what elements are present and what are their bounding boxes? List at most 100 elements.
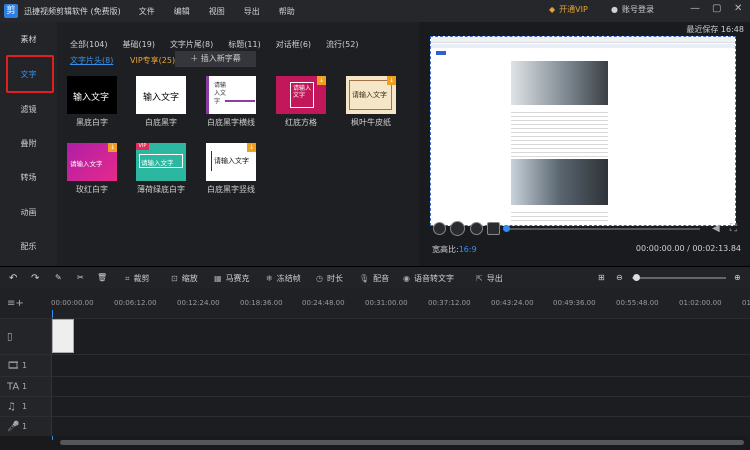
tab-all[interactable]: 全部(104) <box>70 39 108 50</box>
sidebar-item-music[interactable]: 配乐 <box>0 241 57 252</box>
tab-popular[interactable]: 流行(52) <box>326 39 358 50</box>
card-preview-text: 输入文字 <box>143 93 180 103</box>
text-card-white-black-line[interactable]: 请输入文字 <box>206 76 256 114</box>
freeze-frame-button[interactable]: ❄ 冻结帧 <box>266 273 301 284</box>
dubbing-button[interactable]: 🎙 配音 <box>359 273 389 284</box>
login-button[interactable]: ● 账号登录 <box>611 4 654 15</box>
menu-file[interactable]: 文件 <box>139 6 155 17</box>
clock-icon: ◷ <box>316 274 323 283</box>
vip-button[interactable]: ◆ 开通VIP <box>549 4 588 15</box>
download-icon[interactable]: ↓ <box>108 143 117 152</box>
music-track[interactable]: ♫ 1 <box>0 396 750 416</box>
card-preview-text: 请输入文字 <box>214 157 249 165</box>
diamond-icon: ◆ <box>549 5 556 14</box>
menu-view[interactable]: 视图 <box>209 6 225 17</box>
microphone-icon: 🎤 <box>7 421 20 432</box>
sidebar-item-filter[interactable]: 滤镜 <box>0 104 57 115</box>
tab-vip[interactable]: VIP专享(25) <box>130 55 175 66</box>
volume-icon[interactable]: ◀ <box>712 223 720 234</box>
film-icon: 🎞 <box>7 360 20 371</box>
sidebar-item-animation[interactable]: 动画 <box>0 207 57 218</box>
menu-help[interactable]: 帮助 <box>279 6 295 17</box>
text-card-mint-white[interactable]: 请输入文字 VIP <box>136 143 186 181</box>
text-card-black-white[interactable]: 输入文字 <box>67 76 117 114</box>
sidebar-item-material[interactable]: 素材 <box>0 34 57 45</box>
undo-icon[interactable]: ↶ <box>9 273 17 284</box>
menu-export[interactable]: 导出 <box>244 6 260 17</box>
video-track[interactable]: 🎞 1 <box>0 354 750 376</box>
video-track-icon: ▯ <box>7 331 13 342</box>
preview-photo-meeting <box>511 159 608 205</box>
track-number: 1 <box>22 402 28 411</box>
crop-button[interactable]: ⌗ 裁剪 <box>125 273 150 284</box>
text-card-red-grid[interactable]: 请输入文字 ↓ <box>276 76 326 114</box>
preview-browser-toolbar <box>431 37 735 43</box>
split-icon[interactable]: ✂ <box>77 273 84 282</box>
preview-canvas[interactable] <box>430 36 736 226</box>
card-label: 白底黑字 <box>145 118 177 127</box>
ruler-tick: 00:24:48.00 <box>302 299 345 307</box>
timeline-zoom-handle[interactable] <box>633 274 640 281</box>
tab-dialog[interactable]: 对话框(6) <box>276 39 311 50</box>
text-card-white-black-vertical[interactable]: 请输入文字 ↓ <box>206 143 256 181</box>
video-clip[interactable] <box>52 319 74 353</box>
voice-track[interactable]: 🎤 1 <box>0 416 750 436</box>
zoom-button[interactable]: ⊡ 缩放 <box>171 273 198 284</box>
ruler-tick: 00:18:36.00 <box>240 299 283 307</box>
sidebar-item-text[interactable]: 文字 <box>0 69 57 80</box>
text-track[interactable]: TA 1 <box>0 376 750 396</box>
minimize-button[interactable]: — <box>690 3 700 14</box>
download-icon[interactable]: ↓ <box>247 143 256 152</box>
tab-title[interactable]: 标题(11) <box>228 39 260 50</box>
track-number: 1 <box>22 382 28 391</box>
text-card-kraft-paper[interactable]: 请输入文字 ↓ <box>346 76 396 114</box>
download-icon[interactable]: ↓ <box>387 76 396 85</box>
redo-icon[interactable]: ↷ <box>31 273 39 284</box>
timeline-ruler[interactable]: ≡+ 00:00:00.00 00:06:12.00 00:12:24.00 0… <box>0 288 750 440</box>
duration-button[interactable]: ◷ 时长 <box>316 273 343 284</box>
next-frame-button[interactable] <box>470 222 483 235</box>
music-note-icon: ♫ <box>7 401 16 412</box>
sidebar-item-overlay[interactable]: 叠附 <box>0 138 57 149</box>
preview-address-bar <box>431 44 735 48</box>
app-logo-icon: 剪 <box>4 4 18 18</box>
stop-button[interactable] <box>487 222 500 235</box>
sidebar-item-transition[interactable]: 转场 <box>0 172 57 183</box>
speech-to-text-button[interactable]: ◉ 语音转文字 <box>403 273 454 284</box>
export-button[interactable]: ⇱ 导出 <box>476 273 503 284</box>
track-header: 🎤 1 <box>0 417 52 436</box>
add-track-icon[interactable]: ≡+ <box>7 298 24 309</box>
seek-bar[interactable] <box>506 228 700 230</box>
edit-icon[interactable]: ✎ <box>55 273 62 282</box>
card-preview-text: 输入文字 <box>73 93 110 103</box>
text-card-white-black[interactable]: 输入文字 <box>136 76 186 114</box>
tab-ending[interactable]: 文字片尾(8) <box>170 39 213 50</box>
insert-subtitle-button[interactable]: ＋ 插入新字幕 <box>175 51 256 67</box>
zoom-in-icon[interactable]: ⊕ <box>734 273 741 282</box>
aspect-ratio-selector[interactable]: 宽高比:16:9 <box>432 244 477 255</box>
play-button[interactable] <box>450 221 465 236</box>
export-label: 导出 <box>486 274 503 283</box>
zoom-out-icon[interactable]: ⊖ <box>616 273 623 282</box>
previous-frame-button[interactable] <box>433 222 446 235</box>
microphone-icon: 🎙 <box>359 274 370 283</box>
fullscreen-icon[interactable]: ⛶ <box>730 223 737 234</box>
delete-icon[interactable]: 🗑 <box>97 273 107 282</box>
card-preview-text: 请输入文字 <box>214 82 227 105</box>
video-track-main[interactable]: ▯ <box>0 318 750 354</box>
menu-edit[interactable]: 编辑 <box>174 6 190 17</box>
card-vertical-line-decoration <box>211 151 212 171</box>
download-icon[interactable]: ↓ <box>317 76 326 85</box>
fit-timeline-icon[interactable]: ⊞ <box>598 273 605 282</box>
timeline-scrollbar[interactable] <box>60 440 744 445</box>
track-header: TA 1 <box>0 377 52 396</box>
close-button[interactable]: ✕ <box>734 3 742 14</box>
tab-basic[interactable]: 基础(19) <box>123 39 155 50</box>
timeline-zoom-slider[interactable] <box>632 277 726 279</box>
text-card-magenta-white[interactable]: 请输入文字 ↓ <box>67 143 117 181</box>
tab-opening[interactable]: 文字片头(8) <box>70 55 113 66</box>
mosaic-button[interactable]: ▦ 马赛克 <box>214 273 250 284</box>
maximize-button[interactable]: ▢ <box>712 3 721 14</box>
seek-handle[interactable] <box>503 225 510 232</box>
zoom-label: 缩放 <box>181 274 198 283</box>
